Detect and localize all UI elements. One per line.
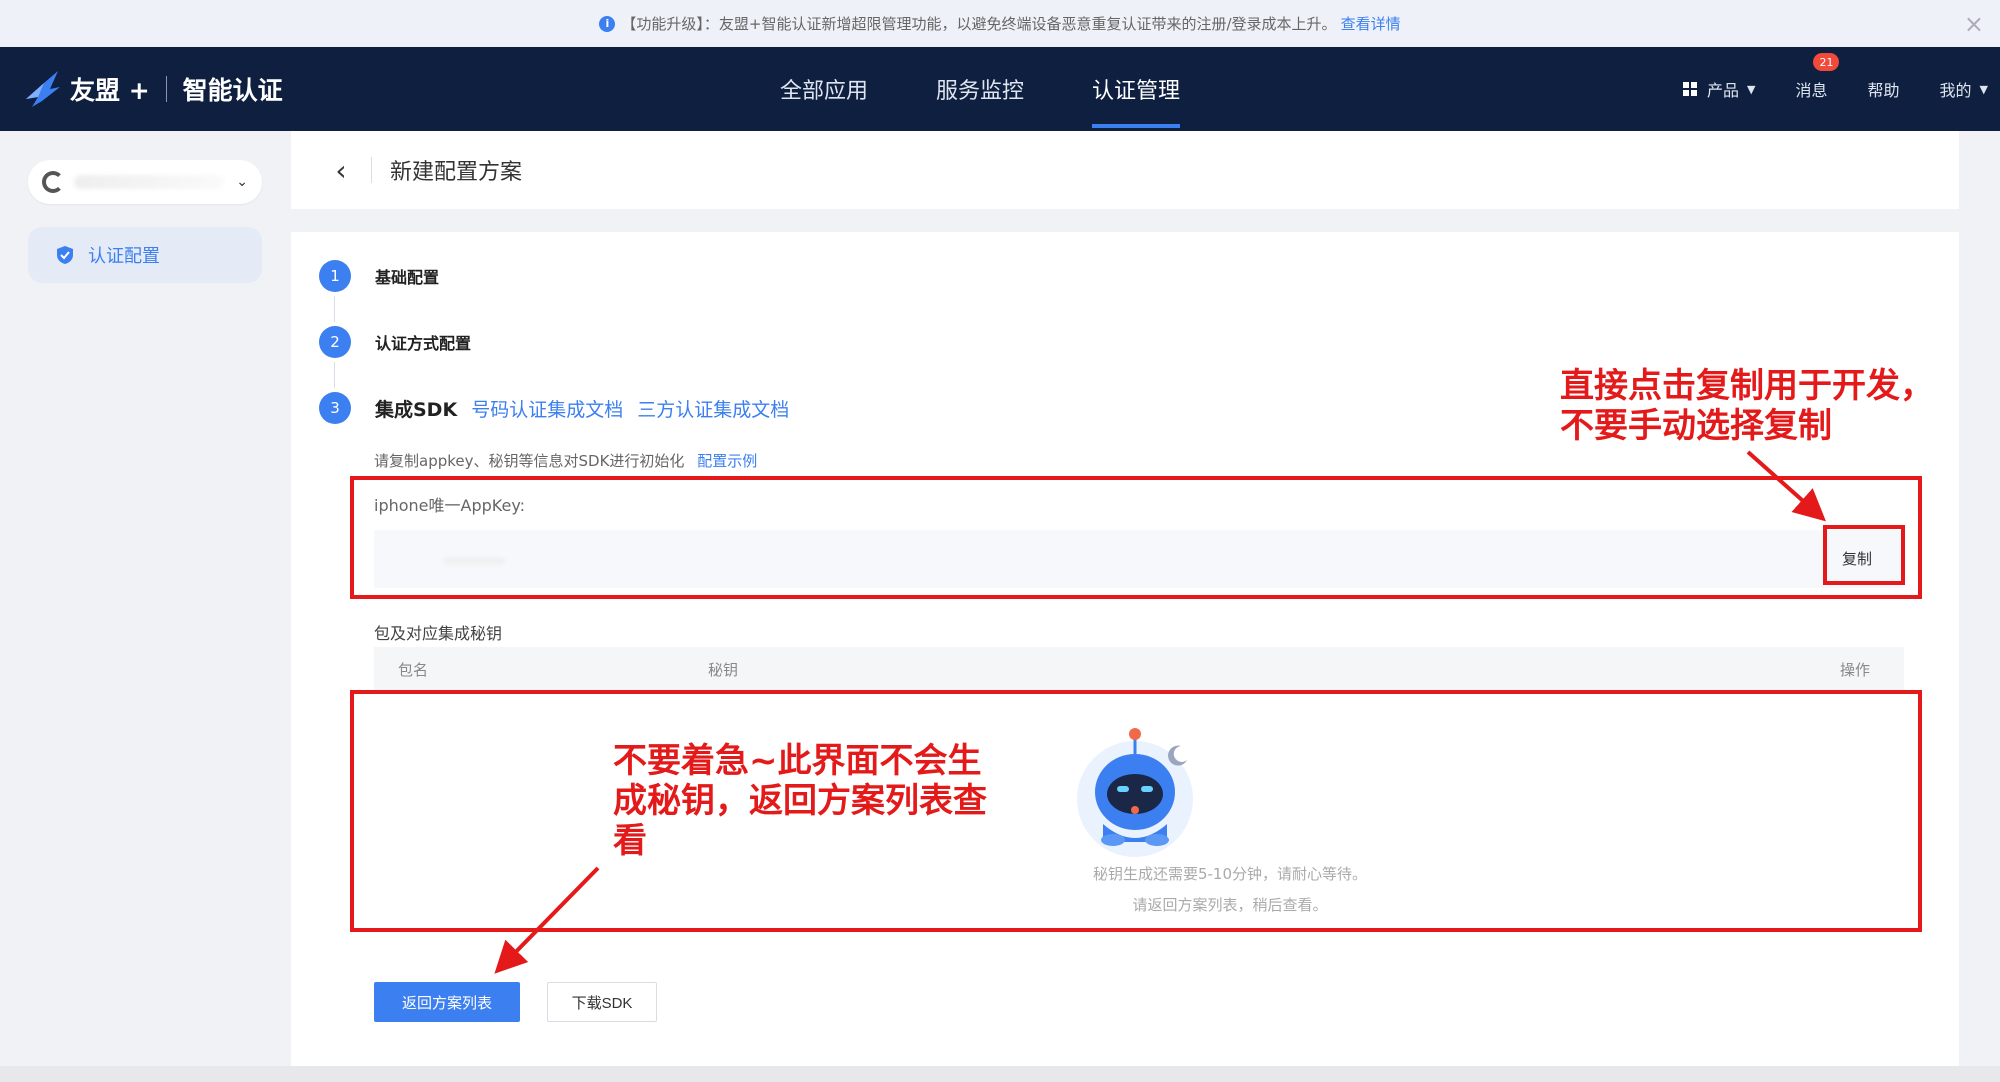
messages-menu[interactable]: 消息 21 <box>1795 53 1840 101</box>
annotation-box-secrets <box>350 690 1922 932</box>
column-secret: 秘钥 <box>708 660 739 679</box>
back-arrow-icon[interactable]: ‹ <box>321 150 361 190</box>
sdk-hint: 请复制appkey、秘钥等信息对SDK进行初始化 配置示例 <box>374 450 757 471</box>
logo-divider <box>165 76 167 102</box>
products-menu[interactable]: 产品 ▼ <box>1683 77 1755 101</box>
step-connector <box>334 296 335 322</box>
messages-badge: 21 <box>1813 53 1840 71</box>
app-selector[interactable]: ⌄ <box>28 160 262 204</box>
annotation-wait-line1: 不要着急~此界面不会生 <box>613 741 982 781</box>
caret-down-icon: ▼ <box>1979 82 1988 96</box>
sidebar-item-auth-config[interactable]: 认证配置 <box>28 227 262 283</box>
product-name: 智能认证 <box>182 76 283 105</box>
right-nav: 产品 ▼ 消息 21 帮助 我的 ▼ <box>1683 47 2000 131</box>
nav-service-monitor[interactable]: 服务监控 <box>936 47 1024 131</box>
config-example-link[interactable]: 配置示例 <box>697 452 757 470</box>
annotation-wait-note: 不要着急~此界面不会生 成秘钥，返回方案列表查 看 <box>613 741 987 861</box>
close-icon[interactable]: × <box>1964 10 1984 38</box>
step-number: 1 <box>319 260 351 292</box>
sidebar: ⌄ 认证配置 <box>0 131 290 1082</box>
mine-label: 我的 <box>1939 81 1972 100</box>
secret-table-header: 包名 秘钥 操作 <box>374 647 1904 691</box>
logo[interactable]: 友盟 + 智能认证 <box>24 69 283 109</box>
main-content: 1 基础配置 2 认证方式配置 3 集成SDK 号码认证集成文档 三方认证集成文… <box>291 232 1959 1066</box>
nav-all-apps[interactable]: 全部应用 <box>780 47 868 131</box>
notice-text: 【功能升级】：友盟+智能认证新增超限管理功能，以避免终端设备恶意重复认证带来的注… <box>621 15 1337 33</box>
column-actions: 操作 <box>1839 660 1870 679</box>
notice-bar: i 【功能升级】：友盟+智能认证新增超限管理功能，以避免终端设备恶意重复认证带来… <box>0 0 2000 47</box>
help-label: 帮助 <box>1867 81 1900 100</box>
notice-details-link[interactable]: 查看详情 <box>1341 13 1401 34</box>
third-party-auth-doc-link[interactable]: 三方认证集成文档 <box>637 395 789 422</box>
annotation-copy-line2: 不要手动选择复制 <box>1560 406 1832 446</box>
step-integrate-sdk: 3 集成SDK 号码认证集成文档 三方认证集成文档 <box>319 392 789 424</box>
products-label: 产品 <box>1707 81 1740 100</box>
bottom-bar <box>0 1066 2000 1082</box>
step-number: 2 <box>319 326 351 358</box>
grid-icon <box>1683 82 1697 96</box>
page-title: 新建配置方案 <box>390 160 523 185</box>
main-nav: 全部应用 服务监控 认证管理 <box>780 47 1248 131</box>
info-icon: i <box>599 15 616 32</box>
help-menu[interactable]: 帮助 <box>1868 77 1900 101</box>
step-basic-config: 1 基础配置 <box>319 260 439 292</box>
top-navigation: 友盟 + 智能认证 全部应用 服务监控 认证管理 产品 ▼ 消息 21 帮助 我… <box>0 47 2000 131</box>
step-number: 3 <box>319 392 351 424</box>
annotation-wait-line2: 成秘钥，返回方案列表查 <box>613 781 987 821</box>
annotation-box-copy <box>1823 525 1905 585</box>
secret-table-label: 包及对应集成秘钥 <box>374 624 503 643</box>
page-header: ‹ 新建配置方案 <box>291 131 1959 209</box>
caret-down-icon: ▼ <box>1747 82 1756 96</box>
annotation-box-appkey <box>350 476 1922 599</box>
step-connector <box>334 362 335 388</box>
umeng-bird-icon <box>26 71 60 107</box>
column-package-name: 包名 <box>398 660 429 679</box>
app-name-redacted <box>74 175 225 189</box>
chevron-down-icon: ⌄ <box>236 174 248 190</box>
download-sdk-button[interactable]: 下载SDK <box>547 982 657 1022</box>
phone-auth-doc-link[interactable]: 号码认证集成文档 <box>471 395 623 422</box>
step-label: 集成SDK <box>375 398 458 421</box>
shield-icon <box>57 246 73 264</box>
back-to-list-button[interactable]: 返回方案列表 <box>374 982 520 1022</box>
annotation-copy-line1: 直接点击复制用于开发， <box>1560 366 1934 406</box>
annotation-wait-line3: 看 <box>613 821 647 861</box>
header-divider <box>371 157 372 183</box>
step-label: 认证方式配置 <box>375 334 472 353</box>
mine-menu[interactable]: 我的 ▼ <box>1940 77 1988 101</box>
app-logo-icon <box>42 171 64 193</box>
annotation-copy-note: 直接点击复制用于开发， 不要手动选择复制 <box>1560 366 1934 446</box>
nav-auth-management[interactable]: 认证管理 <box>1092 47 1181 131</box>
sidebar-item-label: 认证配置 <box>88 246 160 267</box>
step-auth-method: 2 认证方式配置 <box>319 326 471 358</box>
brand-name: 友盟 + <box>70 76 150 105</box>
messages-label: 消息 <box>1795 81 1828 100</box>
step-label: 基础配置 <box>375 268 440 287</box>
sdk-hint-text: 请复制appkey、秘钥等信息对SDK进行初始化 <box>374 452 685 470</box>
